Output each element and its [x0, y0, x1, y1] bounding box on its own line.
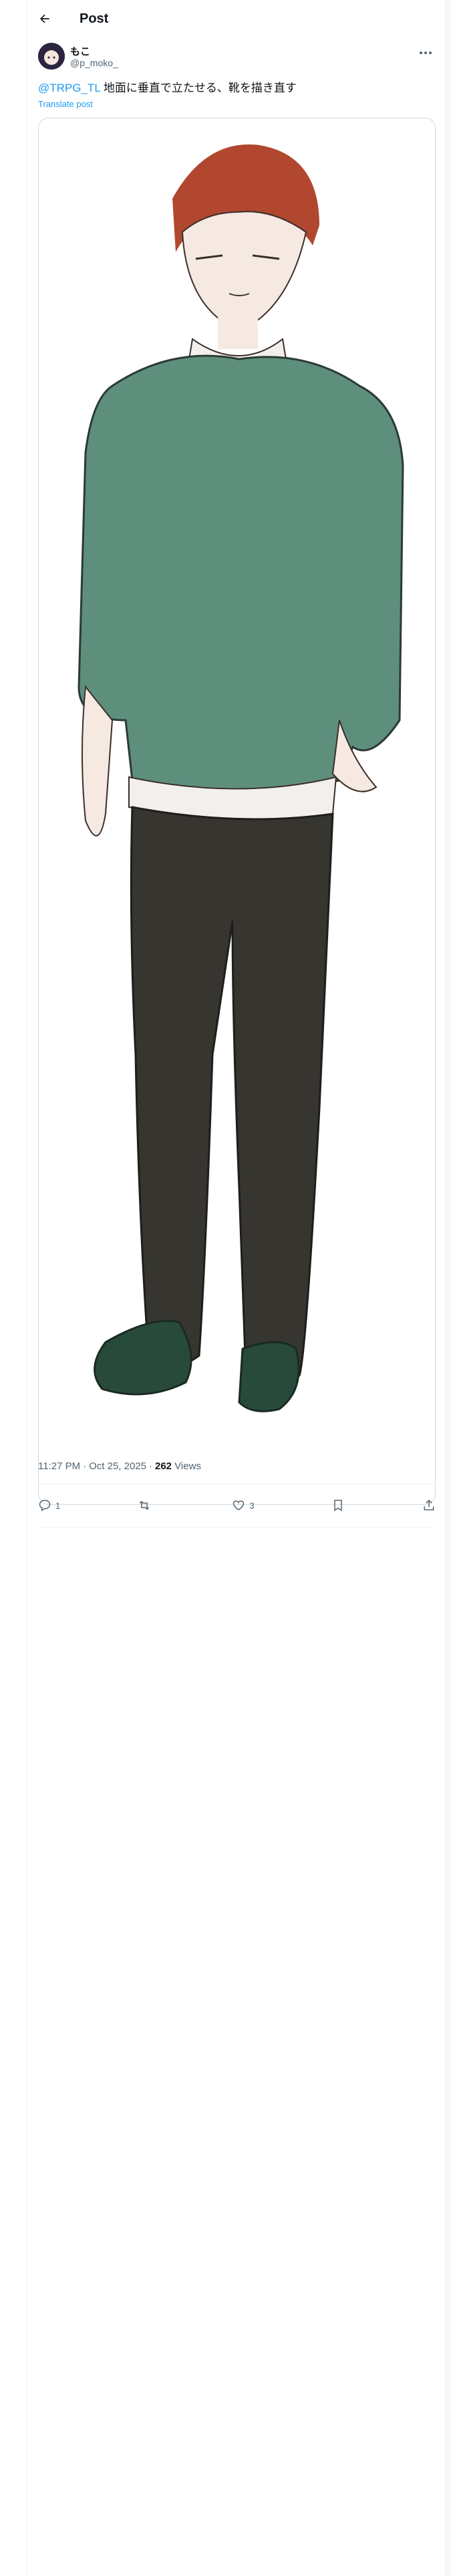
meta-separator: · [149, 1461, 152, 1472]
arrow-left-icon [40, 14, 49, 23]
post-column: Post もこ @p_moko_ @TRPG_TL 地面に垂直で立たせる、靴を描… [27, 0, 446, 2576]
header: Post [27, 0, 445, 37]
reply-count: 1 [55, 1500, 61, 1511]
views-count: 262 [155, 1461, 172, 1472]
meta-separator: · [83, 1461, 87, 1472]
right-gutter [446, 0, 451, 2576]
more-button[interactable] [416, 45, 436, 60]
post-author: もこ @p_moko_ [38, 43, 436, 72]
bookmark-button[interactable] [331, 1499, 345, 1512]
post-body: 地面に垂直で立たせる、靴を描き直す [100, 82, 297, 94]
repost-icon [139, 1501, 150, 1510]
translate-post-link[interactable]: Translate post [38, 99, 93, 109]
share-icon [424, 1499, 434, 1511]
divider [38, 1527, 436, 1528]
left-gutter [0, 0, 27, 2576]
author-name[interactable]: もこ [70, 44, 90, 58]
illustration-image [39, 118, 435, 1504]
back-button[interactable] [33, 7, 57, 31]
divider [38, 1483, 436, 1484]
action-bar: 1 3 [38, 1491, 436, 1520]
avatar[interactable] [38, 43, 65, 70]
repost-button[interactable] [138, 1499, 155, 1512]
post-image[interactable] [38, 118, 436, 1505]
post-date[interactable]: Oct 25, 2025 [89, 1461, 146, 1472]
like-button[interactable]: 3 [232, 1499, 255, 1512]
mention-link[interactable]: @TRPG_TL [38, 82, 100, 94]
share-button[interactable] [422, 1499, 436, 1512]
reply-button[interactable]: 1 [38, 1499, 60, 1512]
author-handle[interactable]: @p_moko_ [70, 58, 118, 68]
more-horizontal-icon [420, 51, 432, 54]
page-title: Post [80, 11, 109, 26]
views-label: Views [174, 1461, 201, 1472]
bookmark-icon [334, 1499, 343, 1511]
post-meta: 11:27 PM · Oct 25, 2025 · 262 Views [38, 1461, 201, 1472]
post-time[interactable]: 11:27 PM [38, 1461, 80, 1472]
post-text: @TRPG_TL 地面に垂直で立たせる、靴を描き直す [38, 80, 436, 96]
like-icon [233, 1500, 245, 1511]
avatar-image [38, 43, 65, 70]
reply-icon [39, 1499, 51, 1511]
like-count: 3 [249, 1500, 255, 1511]
